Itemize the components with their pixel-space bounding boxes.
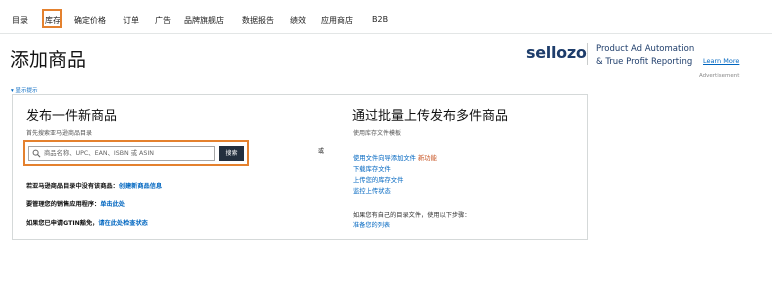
ad-learn-more-link[interactable]: Learn More [703,57,739,65]
nav-item-b2b[interactable]: B2B [372,15,388,24]
ad-headline-1: Product Ad Automation [596,44,695,54]
ad-divider [587,43,588,65]
search-input[interactable] [44,147,212,159]
page-title: 添加商品 [10,49,87,71]
bulk-upload-subtitle: 使用库存文件模板 [353,130,402,137]
manage-apps-row: 要管理您的销售应用程序：单击此处 [26,199,125,208]
gtin-status-link[interactable]: 请在此处检查状态 [98,220,148,227]
monitor-upload-link[interactable]: 监控上传状态 [353,186,391,195]
file-wizard-row: 使用文件向导添加文件 新功能 [353,153,437,162]
ad-label: Advertisement [699,73,740,79]
catalog-file-note: 如果您有自己的目录文件，使用以下步骤： [353,212,471,219]
create-listing-row: 若亚马逊商品目录中没有该商品：创建新商品信息 [26,181,162,190]
single-listing-title: 发布一件新商品 [26,109,118,124]
or-separator: 或 [318,148,325,155]
download-inventory-link[interactable]: 下载库存文件 [353,164,391,173]
single-listing-subtitle: 首先搜索亚马逊商品目录 [26,130,93,137]
nav-item-stores[interactable]: 品牌旗舰店 [184,15,224,26]
ad-logo[interactable]: sellozo [526,43,587,62]
manage-apps-link[interactable]: 单击此处 [100,201,125,208]
create-listing-text: 若亚马逊商品目录中没有该商品： [26,183,119,190]
create-listing-link[interactable]: 创建新商品信息 [119,183,162,190]
nav-item-appstore[interactable]: 应用商店 [321,15,353,26]
top-nav: 目录 库存 确定价格 订单 广告 品牌旗舰店 数据报告 绩效 应用商店 B2B [0,0,772,38]
bulk-upload-title: 通过批量上传发布多件商品 [352,109,509,124]
gtin-status-text: 如果您已申请GTIN豁免， [26,220,99,227]
ad-headline-2: & True Profit Reporting [596,57,693,67]
nav-item-reports[interactable]: 数据报告 [242,15,274,26]
manage-apps-text: 要管理您的销售应用程序： [26,201,101,208]
file-wizard-link[interactable]: 使用文件向导添加文件 [353,155,416,162]
prepare-listing-link[interactable]: 准备您的列表 [353,220,390,229]
show-tips-link[interactable]: ▾ 显示提示 [11,86,38,94]
nav-divider [0,33,772,34]
inventory-highlight [42,9,62,28]
nav-item-advertising[interactable]: 广告 [155,15,171,26]
upload-inventory-link[interactable]: 上传您的库存文件 [353,175,403,184]
nav-item-performance[interactable]: 绩效 [290,15,306,26]
search-icon [32,149,41,158]
nav-item-catalog[interactable]: 目录 [12,15,28,26]
new-badge: 新功能 [417,155,437,162]
search-button[interactable]: 搜索 [219,146,244,161]
nav-item-pricing[interactable]: 确定价格 [74,15,106,26]
nav-item-orders[interactable]: 订单 [123,15,139,26]
gtin-status-row: 如果您已申请GTIN豁免，请在此处检查状态 [26,218,148,227]
